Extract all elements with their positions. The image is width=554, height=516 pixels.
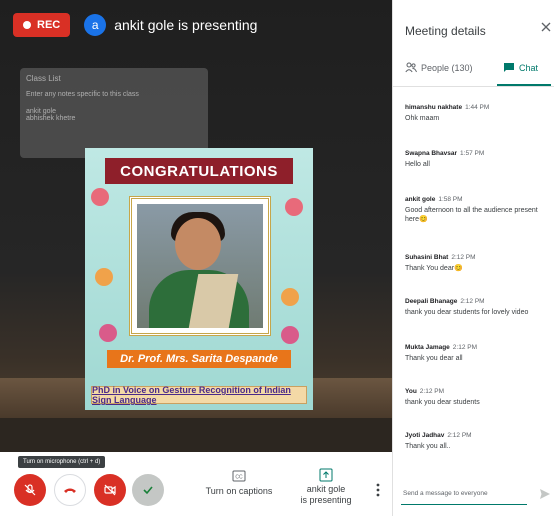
message-time: 2:12 PM (460, 298, 485, 305)
message-sender: Suhasini Bhat (405, 254, 449, 261)
message-text: Good afternoon to all the audience prese… (405, 207, 538, 223)
video-stage: REC a ankit gole is presenting Class Lis… (0, 0, 392, 452)
message-sender: Jyoti Jadhav (405, 432, 445, 439)
message-sender: Deepali Bhanage (405, 298, 458, 305)
flower-decoration (281, 326, 299, 344)
presenter-avatar: a (84, 14, 107, 36)
background-floor (0, 418, 392, 452)
leave-call-button[interactable] (54, 474, 86, 506)
composer-underline (401, 504, 527, 505)
tab-people[interactable]: People (130) (405, 62, 473, 73)
camera-off-icon (104, 484, 116, 496)
tab-divider (393, 86, 554, 87)
message-text: thank you dear students (405, 399, 480, 406)
message-text: Thank you all.. (405, 443, 451, 450)
message-text: Thank You dear😊 (405, 265, 463, 272)
message-text: Hello all (405, 161, 430, 168)
captions-icon: CC (232, 470, 246, 482)
message-time: 2:12 PM (451, 254, 476, 261)
check-icon (143, 486, 153, 495)
present-label-line2: is presenting (300, 495, 352, 505)
present-label-line1: ankit gole (306, 484, 346, 494)
message-sender: himanshu nakhate (405, 104, 463, 111)
present-now-button[interactable]: ankit gole is presenting (294, 468, 358, 506)
svg-text:CC: CC (235, 475, 243, 481)
congratulations-banner: CONGRATULATIONS (105, 158, 293, 184)
panel-title: Meeting details (405, 24, 486, 38)
camera-toggle-button[interactable] (94, 474, 126, 506)
tab-chat[interactable]: Chat (503, 62, 538, 73)
chat-message: ankit gole 1:58 PM Good afternoon to all … (405, 196, 551, 224)
present-icon (319, 468, 333, 482)
class-list-overlay: Class List Enter any notes specific to t… (20, 68, 208, 158)
hang-up-icon (64, 488, 76, 493)
people-icon (405, 62, 417, 73)
chat-message: himanshu nakhate 1:44 PM Ohk maam (405, 104, 551, 123)
flower-decoration (281, 288, 299, 306)
message-time: 2:12 PM (447, 432, 472, 439)
message-text: Ohk maam (405, 115, 440, 122)
chat-message: Deepali Bhanage 2:12 PM thank you dear st… (405, 298, 551, 317)
recording-label: REC (37, 19, 61, 31)
congratulations-slide: CONGRATULATIONS Dr. Prof. Mrs. Sarita De… (85, 148, 313, 410)
record-dot-icon (23, 21, 31, 29)
more-vert-icon (376, 483, 380, 497)
message-text: Thank you dear all (405, 355, 463, 362)
class-list-name: abhishek khetre (26, 115, 76, 122)
flower-decoration (95, 268, 113, 286)
close-icon[interactable] (539, 20, 553, 34)
honoree-title: PhD in Voice on Gesture Recognition of I… (91, 385, 307, 405)
photo-frame (129, 196, 271, 336)
message-time: 1:44 PM (465, 104, 490, 111)
message-sender: Mukta Jamage (405, 344, 450, 351)
chat-icon (504, 63, 514, 72)
flower-decoration (285, 198, 303, 216)
chat-message: Suhasini Bhat 2:12 PM Thank You dear😊 (405, 254, 551, 273)
class-list-name: ankit gole (26, 108, 56, 115)
message-sender: ankit gole (405, 196, 436, 203)
flower-decoration (91, 188, 109, 206)
chat-message: Swapna Bhavsar 1:57 PM Hello all (405, 150, 551, 169)
presenter-status-text: ankit gole is presenting (114, 17, 258, 33)
message-sender: You (405, 388, 417, 395)
flower-decoration (99, 324, 117, 342)
chat-message: Mukta Jamage 2:12 PM Thank you dear all (405, 344, 551, 363)
portrait-photo (137, 204, 263, 328)
message-time: 1:57 PM (460, 150, 485, 157)
class-list-note: Enter any notes specific to this class (26, 91, 139, 98)
message-time: 2:12 PM (452, 344, 478, 351)
recording-badge: REC (13, 13, 71, 37)
chat-message: Jyoti Jadhav 2:12 PM Thank you all.. (405, 432, 551, 451)
confirm-button[interactable] (132, 474, 164, 506)
send-icon[interactable] (539, 488, 551, 500)
honoree-name: Dr. Prof. Mrs. Sarita Despande (107, 350, 291, 368)
message-time: 1:58 PM (438, 196, 463, 203)
meeting-details-panel: Meeting details People (130) Chat himans… (392, 0, 554, 516)
chat-message: You 2:12 PM thank you dear students (405, 388, 551, 407)
tab-chat-label: Chat (519, 62, 539, 73)
chat-message-input[interactable]: Send a message to everyone (403, 490, 525, 497)
more-options-button[interactable] (372, 480, 384, 500)
captions-label: Turn on captions (205, 486, 273, 496)
tab-people-label: People (130) (421, 62, 473, 73)
captions-button[interactable]: CC Turn on captions (204, 470, 274, 496)
mic-off-icon (24, 484, 36, 496)
stage-top-bar: REC a ankit gole is presenting (0, 0, 392, 50)
class-list-header[interactable]: Class List (26, 74, 202, 83)
message-text: thank you dear students for lovely video (405, 309, 529, 316)
microphone-tooltip: Turn on microphone (ctrl + d) (18, 456, 106, 468)
message-sender: Swapna Bhavsar (405, 150, 458, 157)
message-time: 2:12 PM (419, 388, 445, 395)
microphone-toggle-button[interactable] (14, 474, 46, 506)
